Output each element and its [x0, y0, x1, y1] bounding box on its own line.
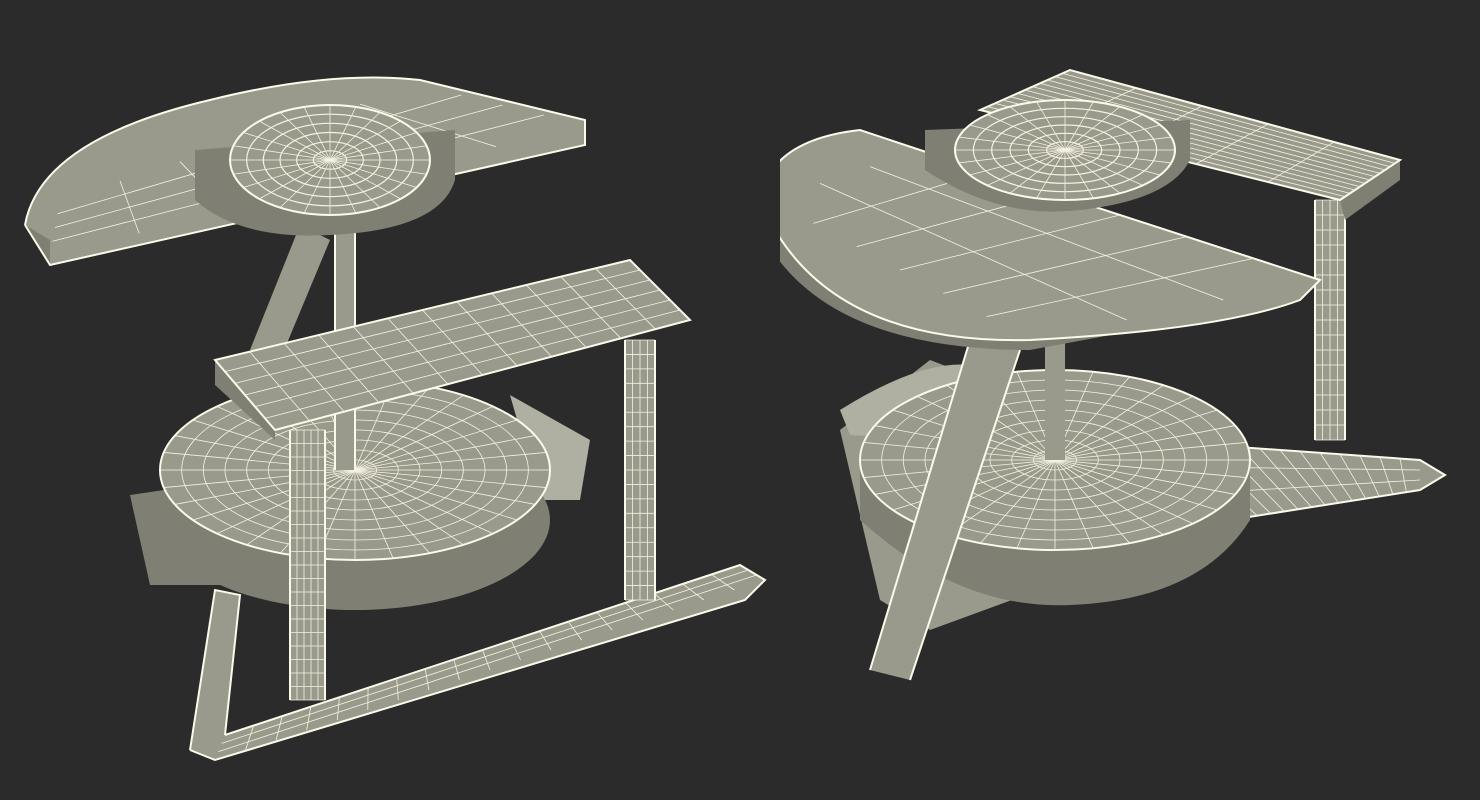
wireframe-model-left: [24, 76, 767, 762]
render-viewport: [0, 0, 1480, 800]
wireframe-model-right: [780, 68, 1447, 681]
lower-turntable-left: [130, 379, 590, 610]
